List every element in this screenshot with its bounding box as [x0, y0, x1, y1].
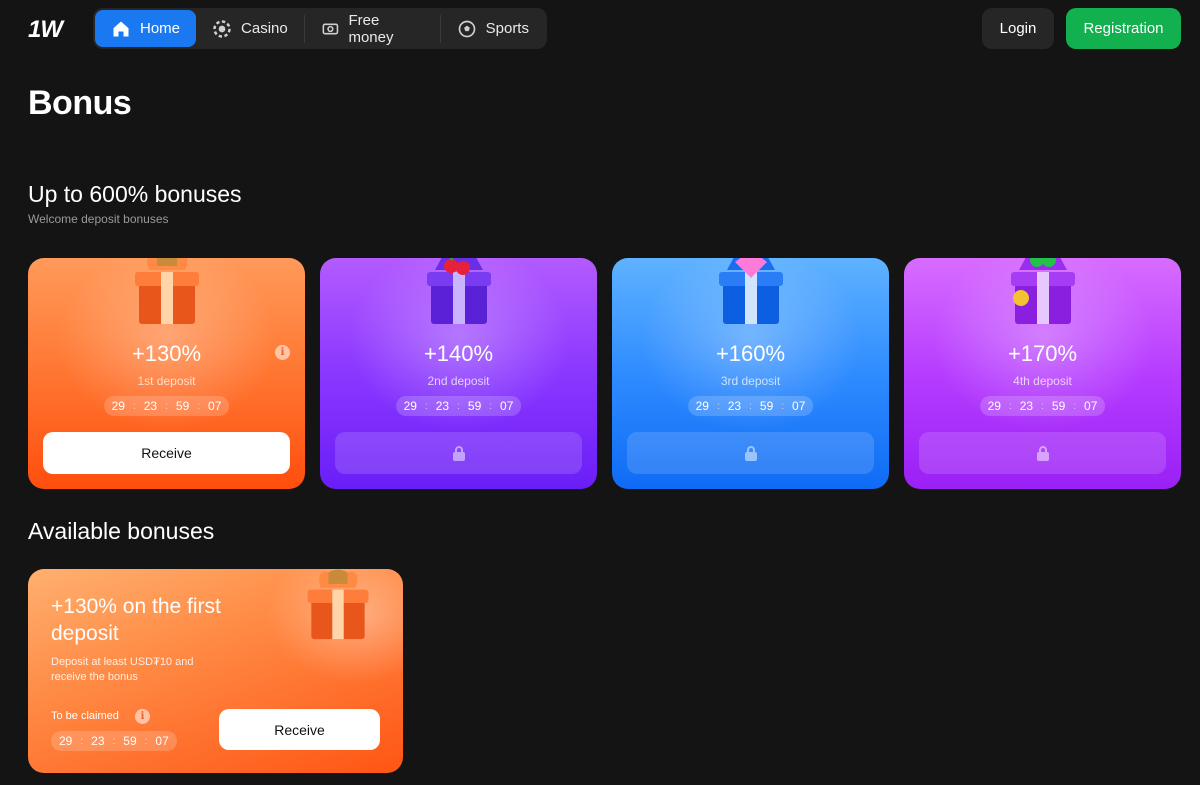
- bonus-percent: +170%: [1007, 341, 1078, 366]
- timer-minutes: 59: [1051, 399, 1066, 413]
- nav-free-money[interactable]: Free money: [305, 10, 440, 47]
- available-bonus-card: +130% on the first deposit Deposit at le…: [28, 569, 403, 773]
- timer-seconds: 07: [792, 399, 806, 413]
- gift-box-icon: [718, 258, 783, 324]
- bonus-percent: +140%: [423, 341, 494, 366]
- timer-minutes: 59: [175, 399, 190, 413]
- receive-button[interactable]: Receive: [43, 432, 290, 474]
- deposit-card-3: +160% 3rd deposit 29: 23: 59: 07: [612, 258, 889, 489]
- countdown-timer: 29: 23: 59: 07: [979, 396, 1106, 416]
- registration-button[interactable]: Registration: [1066, 8, 1181, 49]
- available-bonus-title: +130% on the first deposit: [51, 595, 221, 645]
- nav-casino[interactable]: Casino: [196, 10, 304, 47]
- gift-box-icon: [426, 258, 491, 324]
- deposit-section-title: Up to 600% bonuses: [28, 181, 242, 207]
- nav-casino-label: Casino: [241, 20, 288, 37]
- lock-icon: [452, 446, 465, 461]
- countdown-timer: 29: 23: 59: 07: [687, 396, 814, 416]
- timer-minutes: 59: [759, 399, 774, 413]
- timer-days: 29: [987, 399, 1001, 413]
- claim-label: To be claimed: [51, 710, 119, 722]
- nav-home[interactable]: Home: [95, 10, 197, 47]
- main-nav: Home Casino Free money Sports: [93, 8, 547, 49]
- nav-home-label: Home: [140, 20, 181, 37]
- site-logo[interactable]: 1W: [28, 16, 63, 44]
- gift-box-icon: [307, 569, 369, 640]
- bonus-percent: +130%: [131, 341, 202, 366]
- deposit-card-2: +140% 2nd deposit 29: 23: 59: 07: [320, 258, 597, 489]
- top-header: 1W Home Casino Free money Sports Login R…: [0, 0, 1200, 58]
- gift-box-icon: [1010, 258, 1075, 324]
- timer-hours: 23: [91, 734, 105, 748]
- casino-chip-icon: [213, 19, 231, 38]
- available-bonus-description: Deposit at least USD₮10 and receive the …: [51, 656, 194, 683]
- timer-hours: 23: [1019, 399, 1034, 413]
- timer-days: 29: [111, 399, 125, 413]
- timer-hours: 23: [143, 399, 158, 413]
- page-title: Bonus: [28, 84, 132, 122]
- info-icon[interactable]: i: [135, 709, 150, 724]
- deposit-label: 3rd deposit: [720, 374, 781, 388]
- nav-sports-label: Sports: [485, 20, 529, 37]
- deposit-label: 2nd deposit: [427, 374, 490, 388]
- gift-box-icon: [134, 258, 199, 324]
- timer-seconds: 07: [1084, 399, 1098, 413]
- locked-button[interactable]: [335, 432, 582, 474]
- deposit-section-subtitle: Welcome deposit bonuses: [28, 212, 169, 226]
- timer-hours: 23: [727, 399, 742, 413]
- timer-days: 29: [403, 399, 417, 413]
- timer-minutes: 59: [467, 399, 482, 413]
- timer-minutes: 59: [123, 734, 137, 748]
- countdown-timer: 29: 23: 59: 07: [51, 731, 177, 751]
- timer-seconds: 07: [208, 399, 222, 413]
- login-button[interactable]: Login: [982, 8, 1054, 49]
- home-icon: [113, 21, 129, 36]
- deposit-label: 4th deposit: [1013, 374, 1072, 388]
- countdown-timer: 29: 23: 59: 07: [103, 396, 230, 416]
- receive-button[interactable]: Receive: [219, 709, 380, 750]
- timer-hours: 23: [435, 399, 450, 413]
- nav-sports[interactable]: Sports: [441, 10, 545, 47]
- bonus-percent: +160%: [715, 341, 786, 366]
- timer-days: 29: [695, 399, 709, 413]
- deposit-label: 1st deposit: [137, 374, 196, 388]
- timer-seconds: 07: [155, 734, 169, 748]
- soccer-ball-icon: [458, 20, 475, 37]
- money-icon: [322, 23, 338, 34]
- timer-seconds: 07: [500, 399, 514, 413]
- locked-button[interactable]: [919, 432, 1166, 474]
- deposit-card-1: +130% i 1st deposit 29: 23: 59: 07 Recei…: [28, 258, 305, 489]
- claim-label-text: To be claimed: [51, 710, 119, 722]
- lock-icon: [744, 446, 757, 461]
- countdown-timer: 29: 23: 59: 07: [395, 396, 522, 416]
- deposit-card-4: +170% 4th deposit 29: 23: 59: 07: [904, 258, 1181, 489]
- lock-icon: [1036, 446, 1049, 461]
- timer-days: 29: [59, 734, 73, 748]
- locked-button[interactable]: [627, 432, 874, 474]
- nav-free-money-label: Free money: [348, 11, 394, 46]
- available-section-title: Available bonuses: [28, 518, 215, 544]
- info-icon[interactable]: i: [275, 345, 290, 360]
